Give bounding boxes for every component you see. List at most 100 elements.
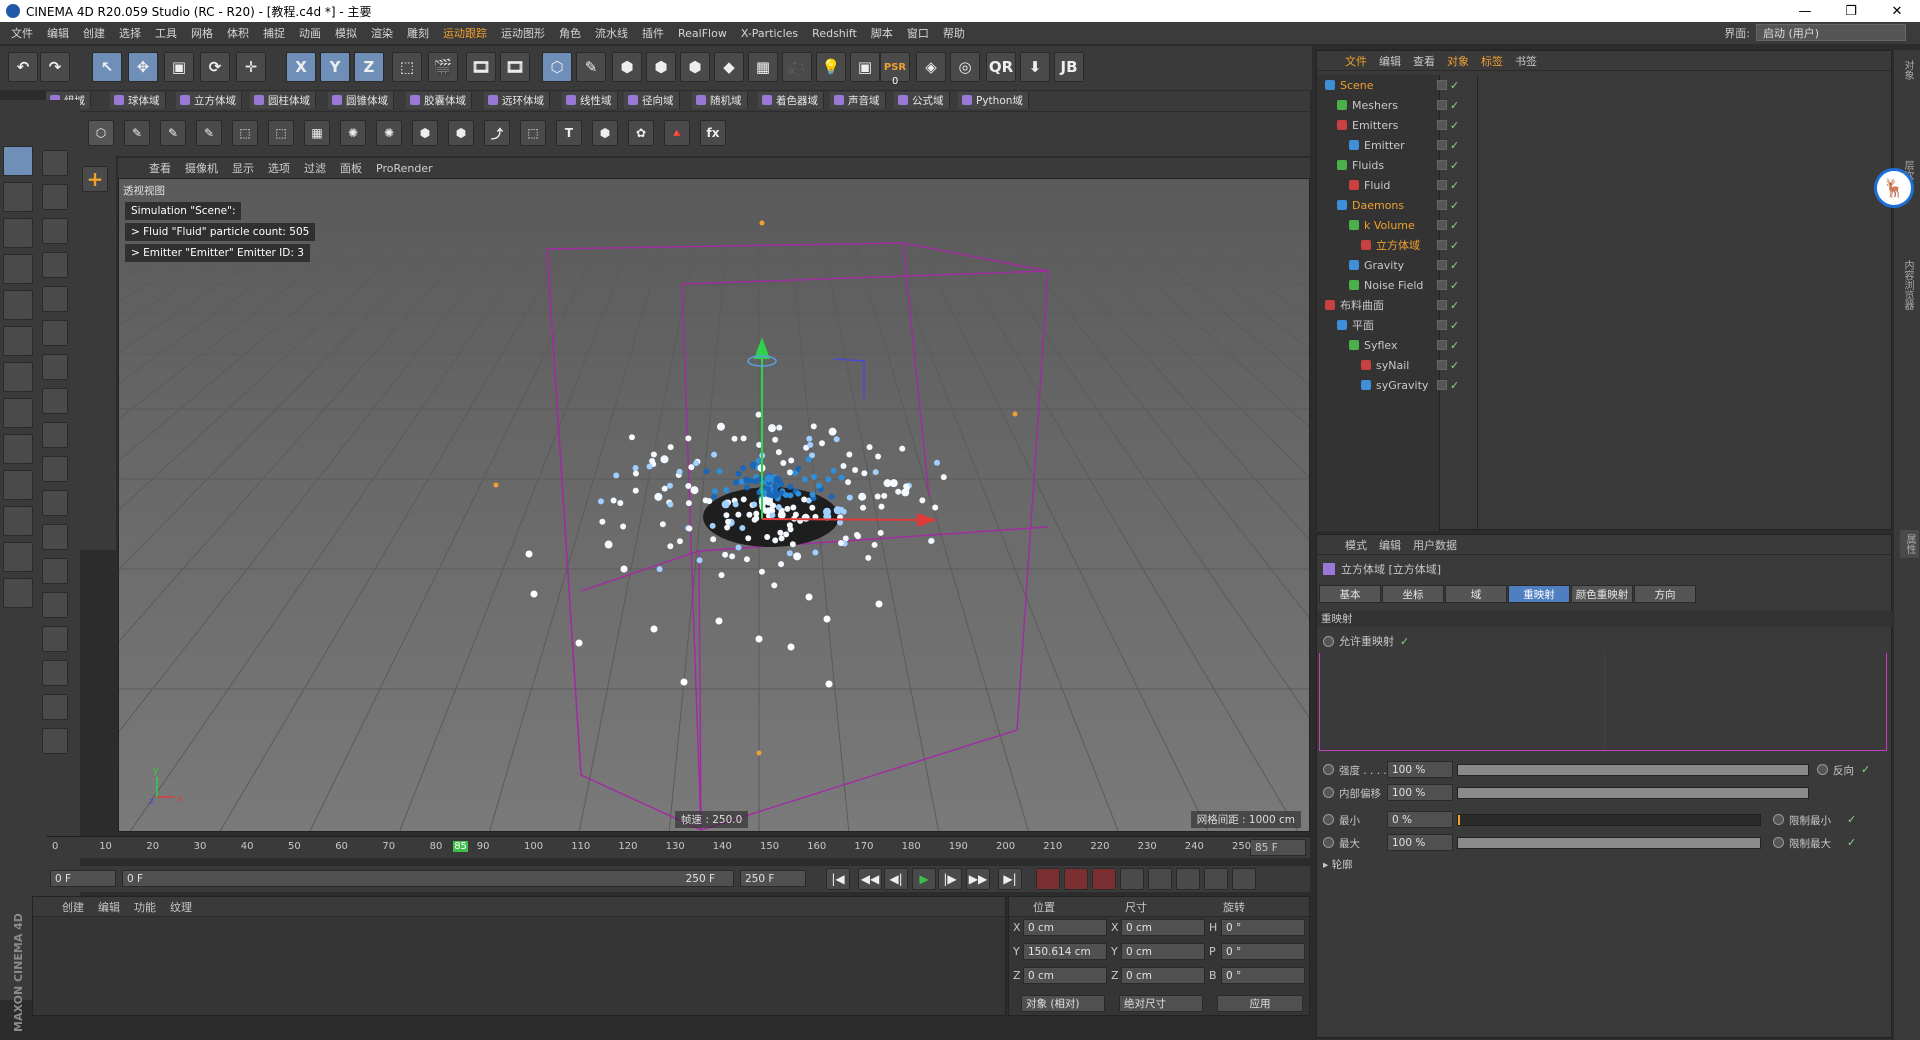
remap-curve-graph[interactable] <box>1319 653 1887 751</box>
sub-tool-2-icon[interactable] <box>42 218 68 244</box>
field-chip-10[interactable]: 着色器域 <box>758 92 824 109</box>
attr-tab-0[interactable]: 基本 <box>1319 585 1381 603</box>
attr-tab-1[interactable]: 坐标 <box>1382 585 1444 603</box>
field-chip-9[interactable]: 随机域 <box>692 92 748 109</box>
field-chip-8[interactable]: 径向域 <box>624 92 680 109</box>
render-view-icon[interactable]: 🎬 <box>428 52 458 82</box>
tag-icon[interactable]: ▣ <box>850 52 880 82</box>
coord-icon[interactable]: ⬚ <box>392 52 422 82</box>
allow-remap-check[interactable]: ✓ <box>1400 635 1409 648</box>
object-menu-4[interactable]: 标签 <box>1475 53 1509 69</box>
size-field-1[interactable]: 0 cm <box>1121 943 1205 960</box>
viewport-menu-3[interactable]: 选项 <box>261 160 297 176</box>
param-value-1[interactable]: 100 % <box>1387 784 1453 801</box>
contour-section[interactable]: ▸ 轮廓 <box>1323 857 1353 872</box>
param-radio-0[interactable] <box>1323 764 1334 775</box>
layer-tag-icon[interactable] <box>1437 180 1447 190</box>
field-chip-5[interactable]: 胶囊体域 <box>406 92 472 109</box>
layer-tag-icon[interactable] <box>1437 100 1447 110</box>
spline-tool-12-icon[interactable]: ⤴ <box>484 120 510 146</box>
object-row[interactable]: Fluids ✓ <box>1317 155 1893 175</box>
y-axis-icon[interactable]: Y <box>320 52 350 82</box>
viewport-menu-0[interactable]: 查看 <box>142 160 178 176</box>
move-key-icon[interactable] <box>1120 868 1144 890</box>
minimize-button[interactable]: — <box>1782 0 1828 22</box>
material-menu-0[interactable]: 创建 <box>55 899 91 915</box>
enabled-check[interactable]: ✓ <box>1450 259 1459 272</box>
end-frame-field[interactable]: 250 F <box>740 870 806 887</box>
field-chip-11[interactable]: 声音域 <box>830 92 886 109</box>
field-chip-2[interactable]: 立方体域 <box>176 92 242 109</box>
enabled-check[interactable]: ✓ <box>1450 279 1459 292</box>
size-field-2[interactable]: 0 cm <box>1121 967 1205 984</box>
enabled-check[interactable]: ✓ <box>1450 159 1459 172</box>
spline-tool-11-icon[interactable]: ⬢ <box>448 120 474 146</box>
menu-item-9[interactable]: 模拟 <box>328 25 364 41</box>
attr-menu-2[interactable]: 用户数据 <box>1407 537 1463 553</box>
mode-tool-11-icon[interactable] <box>3 542 33 572</box>
mode-tool-5-icon[interactable] <box>3 326 33 356</box>
param-value-2[interactable]: 0 % <box>1387 811 1453 828</box>
param-radio-1[interactable] <box>1323 787 1334 798</box>
mode-tool-7-icon[interactable] <box>3 398 33 428</box>
scale-icon[interactable]: ▣ <box>164 52 194 82</box>
size-field-0[interactable]: 0 cm <box>1121 919 1205 936</box>
spline-tool-13-icon[interactable]: ⬚ <box>520 120 546 146</box>
right-tab-0[interactable]: 对象 <box>1900 60 1915 80</box>
menu-item-6[interactable]: 体积 <box>220 25 256 41</box>
xpresso-icon[interactable]: ◈ <box>916 52 946 82</box>
spline-tool-15-icon[interactable]: ⬢ <box>592 120 618 146</box>
enabled-check[interactable]: ✓ <box>1450 179 1459 192</box>
field-chip-6[interactable]: 远环体域 <box>484 92 550 109</box>
sub-tool-1-icon[interactable] <box>42 184 68 210</box>
sub-tool-4-icon[interactable] <box>42 286 68 312</box>
spline-tool-17-icon[interactable]: 🔺 <box>664 120 690 146</box>
object-row[interactable]: 平面 ✓ <box>1317 315 1893 335</box>
mode-tool-3-icon[interactable] <box>3 254 33 284</box>
menu-item-16[interactable]: 插件 <box>635 25 671 41</box>
light-icon[interactable]: 💡 <box>816 52 846 82</box>
param-slider-1[interactable] <box>1457 787 1809 799</box>
pos-field-2[interactable]: 0 cm <box>1023 967 1107 984</box>
sphere-icon[interactable]: ◎ <box>950 52 980 82</box>
sub-tool-11-icon[interactable] <box>42 524 68 550</box>
mode-tool-12-icon[interactable] <box>3 578 33 608</box>
enabled-check[interactable]: ✓ <box>1450 199 1459 212</box>
rotate-key-icon[interactable] <box>1176 868 1200 890</box>
object-row[interactable]: Daemons ✓ <box>1317 195 1893 215</box>
enabled-check[interactable]: ✓ <box>1450 119 1459 132</box>
enabled-check[interactable]: ✓ <box>1450 359 1459 372</box>
object-row[interactable]: Gravity ✓ <box>1317 255 1893 275</box>
attr-tab-5[interactable]: 方向 <box>1634 585 1696 603</box>
sub-tool-5-icon[interactable] <box>42 320 68 346</box>
timeline-ruler[interactable]: 85 F 0 10 20 30 40 50 60 70 80 85 90 100 110 120 130 14… <box>46 836 1310 858</box>
viewport-menu-5[interactable]: 面板 <box>333 160 369 176</box>
layer-tag-icon[interactable] <box>1437 240 1447 250</box>
enabled-check[interactable]: ✓ <box>1450 99 1459 112</box>
param-slider-3[interactable] <box>1457 837 1761 849</box>
object-row[interactable]: Noise Field ✓ <box>1317 275 1893 295</box>
rotate-icon[interactable]: ⟳ <box>200 52 230 82</box>
field-icon[interactable]: ◆ <box>714 52 744 82</box>
floor-icon[interactable]: ▦ <box>748 52 778 82</box>
param-radio-3[interactable] <box>1323 837 1334 848</box>
object-row[interactable]: syNail ✓ <box>1317 355 1893 375</box>
menu-item-12[interactable]: 运动跟踪 <box>436 25 494 41</box>
layer-tag-icon[interactable] <box>1437 380 1447 390</box>
param-slider-0[interactable] <box>1457 764 1809 776</box>
enabled-check[interactable]: ✓ <box>1450 299 1459 312</box>
spline-tool-6-icon[interactable]: ⬚ <box>268 120 294 146</box>
add-icon[interactable]: + <box>82 166 108 192</box>
apply-button[interactable]: 应用 <box>1217 995 1303 1012</box>
material-menu-3[interactable]: 纹理 <box>163 899 199 915</box>
mode-tool-4-icon[interactable] <box>3 290 33 320</box>
viewport-menu-2[interactable]: 显示 <box>225 160 261 176</box>
param-radio-2[interactable] <box>1323 814 1334 825</box>
maximize-button[interactable]: ❐ <box>1828 0 1874 22</box>
spline-tool-5-icon[interactable]: ⬚ <box>232 120 258 146</box>
attr-tab-3[interactable]: 重映射 <box>1508 585 1570 603</box>
menu-item-19[interactable]: Redshift <box>805 27 864 40</box>
material-menu-2[interactable]: 功能 <box>127 899 163 915</box>
mode-tool-0-icon[interactable] <box>3 146 33 176</box>
move-icon[interactable]: ✥ <box>128 52 158 82</box>
